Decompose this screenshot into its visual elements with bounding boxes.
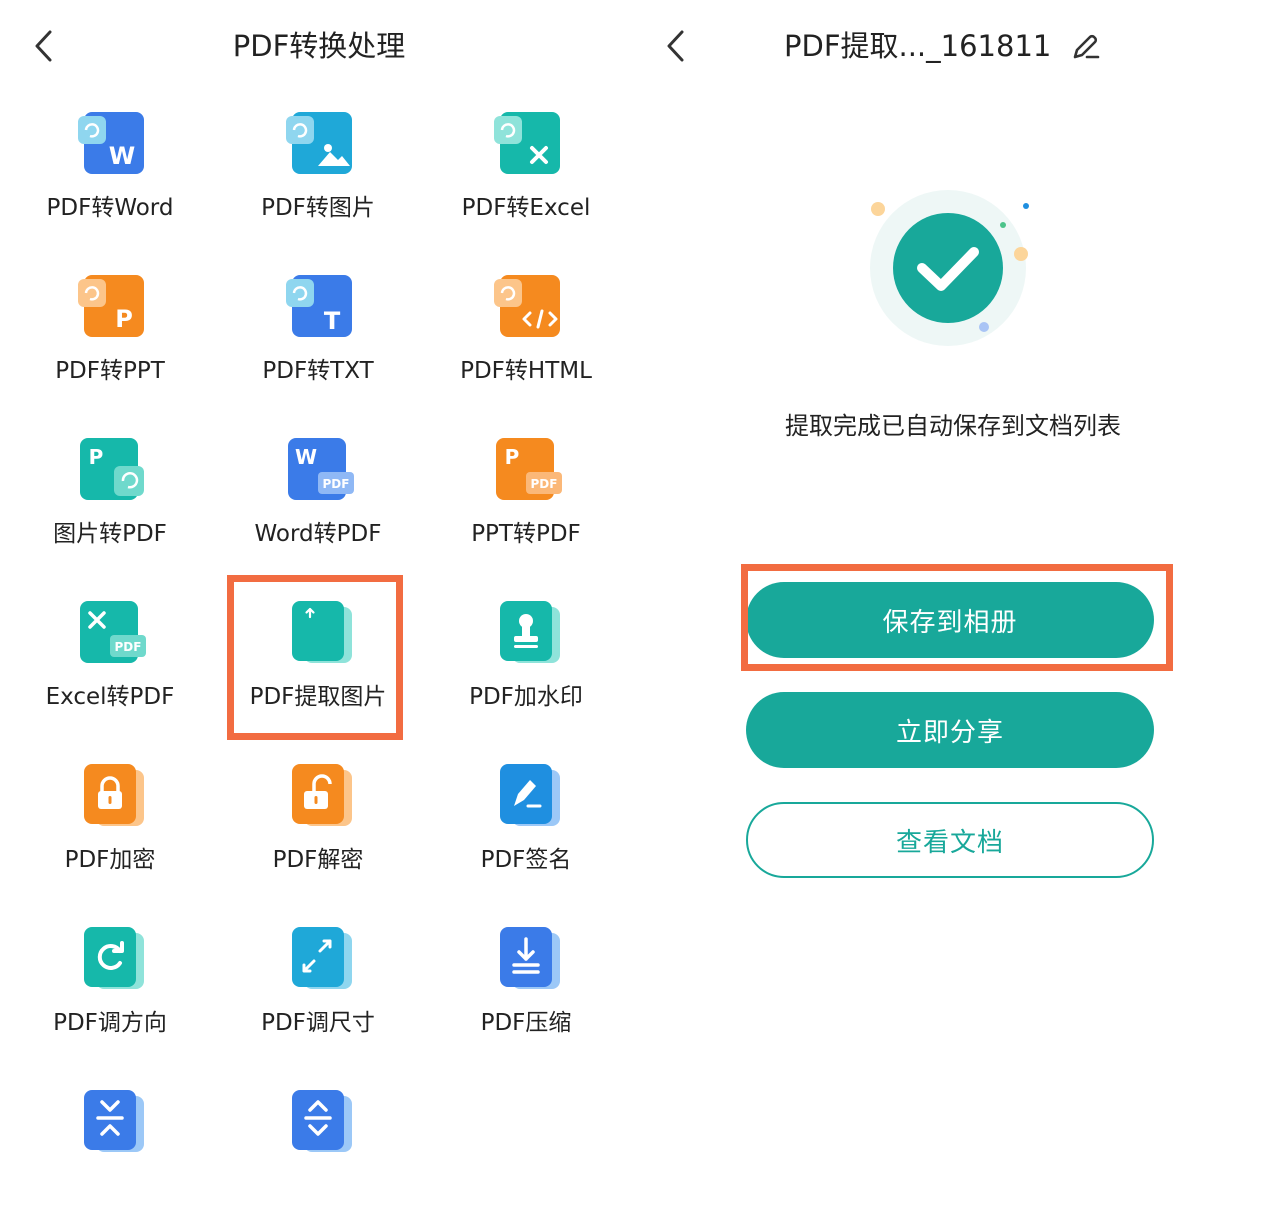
resize-icon [292, 927, 352, 989]
ppt-to-pdf-icon: P PDF [496, 438, 562, 500]
back-button[interactable] [658, 26, 698, 66]
svg-text:W: W [109, 142, 135, 170]
stamp-icon [500, 601, 560, 663]
success-check-icon [870, 190, 1029, 346]
download-compress-icon [500, 927, 560, 989]
tool-label: PDF解密 [272, 847, 364, 873]
rotate-icon [84, 927, 144, 989]
tool-word-to-pdf[interactable]: W PDF Word转PDF [218, 418, 418, 558]
chevron-left-icon [667, 30, 684, 62]
tool-pdf-decrypt[interactable]: PDF解密 [218, 744, 418, 884]
tool-pdf-to-txt[interactable]: T PDF转TXT [218, 255, 418, 395]
tool-merge[interactable] [10, 1070, 210, 1210]
pdf-to-ppt-icon: P [78, 275, 144, 337]
tool-pdf-resize[interactable]: PDF调尺寸 [218, 907, 418, 1047]
tool-label: PDF调方向 [53, 1010, 167, 1036]
excel-to-pdf-icon: PDF [80, 601, 146, 663]
pdf-to-word-icon: W [78, 112, 144, 174]
tool-label: PDF转Excel [461, 195, 591, 221]
tool-pdf-encrypt[interactable]: PDF加密 [10, 744, 210, 884]
svg-text:P: P [505, 445, 520, 469]
tool-image-to-pdf[interactable]: P 图片转PDF [10, 418, 210, 558]
result-message: 提取完成已自动保存到文档列表 [785, 412, 1121, 440]
tool-label: Word转PDF [254, 521, 382, 547]
pdf-to-txt-icon: T [286, 275, 352, 337]
tool-label: PDF加水印 [469, 684, 583, 710]
top-bar: PDF转换处理 [0, 0, 634, 92]
unlock-icon [292, 764, 352, 826]
pdf-extract-image-icon [292, 601, 352, 663]
pen-sign-icon [500, 764, 560, 826]
view-document-button[interactable]: 查看文档 [746, 802, 1154, 878]
tool-pdf-to-html[interactable]: PDF转HTML [426, 255, 626, 395]
expand-arrows-icon [292, 1090, 352, 1152]
tool-pdf-sign[interactable]: PDF签名 [426, 744, 626, 884]
top-bar: PDF提取..._161811 [634, 0, 1268, 92]
svg-text:PDF: PDF [115, 640, 142, 654]
tool-split[interactable] [218, 1070, 418, 1210]
svg-text:P: P [115, 305, 133, 333]
tool-excel-to-pdf[interactable]: PDF Excel转PDF [10, 581, 210, 721]
rename-button[interactable] [1070, 30, 1102, 62]
tool-label: PDF转Word [46, 195, 174, 221]
file-title: PDF提取..._161811 [784, 29, 1052, 63]
tool-pdf-extract-image[interactable]: PDF提取图片 [218, 581, 418, 721]
tool-pdf-to-word[interactable]: W PDF转Word [10, 92, 210, 232]
tool-label: PDF转图片 [261, 195, 375, 221]
svg-text:W: W [295, 445, 317, 469]
image-to-pdf-icon: P [80, 438, 144, 500]
tool-pdf-compress[interactable]: PDF压缩 [426, 907, 626, 1047]
tool-pdf-to-ppt[interactable]: P PDF转PPT [10, 255, 210, 395]
pdf-to-excel-icon [494, 112, 560, 174]
pdf-to-image-icon [286, 112, 352, 174]
edit-pencil-icon [1073, 34, 1100, 59]
tool-label: Excel转PDF [45, 684, 175, 710]
tool-label: PDF转PPT [55, 358, 165, 384]
lock-icon [84, 764, 144, 826]
svg-text:P: P [89, 445, 104, 469]
tool-ppt-to-pdf[interactable]: P PDF PPT转PDF [426, 418, 626, 558]
tool-label: PDF加密 [64, 847, 156, 873]
word-to-pdf-icon: W PDF [288, 438, 354, 500]
save-to-album-button[interactable]: 保存到相册 [746, 582, 1154, 658]
tool-pdf-watermark[interactable]: PDF加水印 [426, 581, 626, 721]
svg-text:PDF: PDF [323, 477, 350, 491]
collapse-arrows-icon [84, 1090, 144, 1152]
tool-label: PDF转HTML [460, 358, 592, 384]
share-button[interactable]: 立即分享 [746, 692, 1154, 768]
tool-pdf-to-image[interactable]: PDF转图片 [218, 92, 418, 232]
tools-panel: PDF转换处理 W PDF转Word PDF转图片 PDF转Excel P PD… [0, 0, 634, 1152]
tool-label: PDF签名 [480, 847, 572, 873]
tool-pdf-rotate[interactable]: PDF调方向 [10, 907, 210, 1047]
pdf-to-html-icon [494, 275, 560, 337]
tool-label: PPT转PDF [471, 521, 581, 547]
tool-label: PDF提取图片 [249, 684, 387, 710]
tool-label: PDF调尺寸 [261, 1010, 375, 1036]
page-title: PDF转换处理 [232, 29, 406, 63]
tool-label: PDF压缩 [480, 1010, 572, 1036]
tool-label: 图片转PDF [53, 521, 167, 547]
result-panel: PDF提取..._161811 提取完成已自动保存到文档列表 保存到相册 立即分… [634, 0, 1268, 1144]
tool-pdf-to-excel[interactable]: PDF转Excel [426, 92, 626, 232]
svg-text:PDF: PDF [531, 477, 558, 491]
svg-text:T: T [324, 307, 341, 335]
tool-label: PDF转TXT [262, 358, 374, 384]
